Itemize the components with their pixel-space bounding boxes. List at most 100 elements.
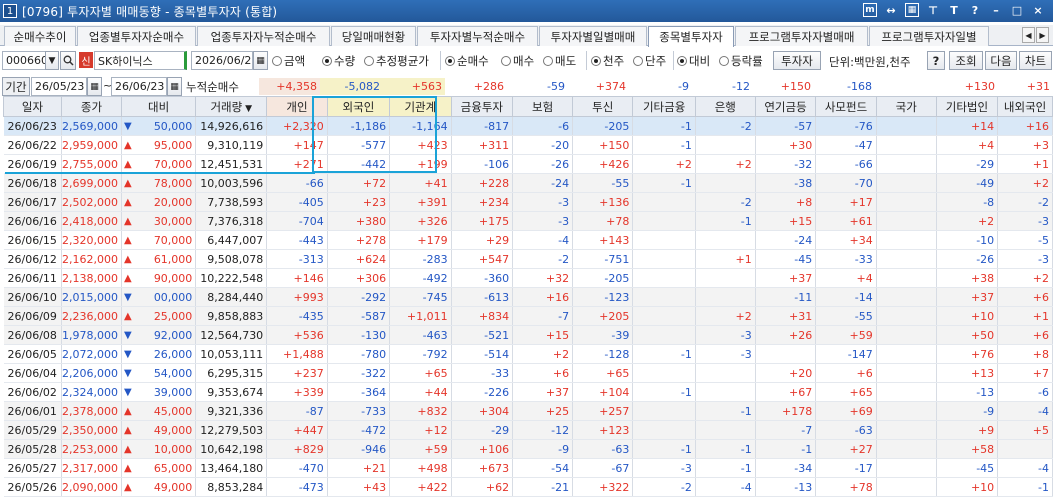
investor-value-cell: -514 <box>451 344 514 364</box>
settings-icon[interactable]: ▦ <box>905 3 919 17</box>
date-input[interactable]: 2026/06/23 <box>191 51 253 70</box>
column-header[interactable]: 은행 <box>694 96 756 117</box>
table-row[interactable]: 26/05/26 2,090,000 ▲ 49,000 8,853,284 -473 +43… <box>3 477 1053 497</box>
column-header[interactable]: 외국인 <box>326 96 391 117</box>
table-row[interactable]: 26/06/08 1,978,000 ▼ 92,000 12,564,730 +536 -1… <box>3 325 1053 345</box>
close-icon[interactable]: × <box>1031 3 1045 17</box>
period-from-input[interactable]: 26/05/23 <box>31 77 87 96</box>
volume-cell: 7,376,318 <box>195 211 268 231</box>
volume-cell: 9,858,883 <box>195 306 268 326</box>
calendar-icon[interactable]: ▦ <box>87 77 102 96</box>
investor-value-cell: -473 <box>266 477 328 497</box>
column-header[interactable]: 투신 <box>572 96 634 117</box>
table-row[interactable]: 26/06/18 2,699,000 ▲ 78,000 10,003,596 -66 +72… <box>3 173 1053 193</box>
radio-vs[interactable]: 대비 <box>677 51 710 70</box>
tab-stock-investor[interactable]: 종목별투자자 <box>648 26 734 47</box>
column-header[interactable]: 금융투자 <box>450 96 514 117</box>
table-row[interactable]: 26/06/04 2,206,000 ▼ 54,000 6,295,315 +237 -32… <box>3 363 1053 383</box>
column-header[interactable]: 내외국인 <box>997 96 1053 117</box>
pin-icon[interactable]: ⊤ <box>926 3 940 17</box>
search-icon[interactable] <box>60 51 76 70</box>
tab-scroll-left-icon[interactable]: ◀ <box>1022 27 1035 43</box>
calendar-icon[interactable]: ▦ <box>167 77 182 96</box>
query-button[interactable]: 조회 <box>949 51 983 70</box>
radio-dot-icon <box>719 55 729 66</box>
investor-value-cell: -1,164 <box>389 116 452 136</box>
radio-dot-icon <box>543 55 553 66</box>
tab-program-investor[interactable]: 프로그램투자자별매매 <box>735 26 868 46</box>
calendar-icon[interactable]: ▦ <box>253 51 268 70</box>
table-row[interactable]: 26/06/23 2,569,000 ▼ 50,000 14,926,616 +2,320… <box>3 116 1053 136</box>
column-header[interactable]: 거래량 ▼ <box>195 96 268 117</box>
table-row[interactable]: 26/06/05 2,072,000 ▼ 26,000 10,053,111 +1,488… <box>3 344 1053 364</box>
table-row[interactable]: 26/06/01 2,378,000 ▲ 45,000 9,321,336 -87 -733… <box>3 401 1053 421</box>
column-header[interactable]: 일자 <box>3 96 62 117</box>
radio-sell[interactable]: 매도 <box>543 51 576 70</box>
text-icon[interactable]: T <box>947 3 961 17</box>
tab-investor-daily[interactable]: 투자자별일별매매 <box>539 26 647 46</box>
table-row[interactable]: 26/05/27 2,317,000 ▲ 65,000 13,464,180 -470 +2… <box>3 458 1053 478</box>
table-row[interactable]: 26/06/09 2,236,000 ▲ 25,000 9,858,883 -435 -58… <box>3 306 1053 326</box>
volume-cell: 10,053,111 <box>195 344 268 364</box>
maximize-icon[interactable]: □ <box>1010 3 1024 17</box>
help-icon[interactable]: ? <box>968 3 982 17</box>
investor-value-cell: -9 <box>512 439 574 459</box>
table-row[interactable]: 26/06/15 2,320,000 ▲ 70,000 6,447,007 -443 +27… <box>3 230 1053 250</box>
table-row[interactable]: 26/06/16 2,418,000 ▲ 30,000 7,376,318 -704 +38… <box>3 211 1053 231</box>
radio-net-buy[interactable]: 순매수 <box>445 51 489 70</box>
radio-est-avg[interactable]: 추정평균가 <box>364 51 429 70</box>
column-header[interactable]: 개인 <box>266 96 328 117</box>
column-header[interactable]: 보험 <box>512 96 574 117</box>
investor-value-cell: +29 <box>451 230 514 250</box>
link-icon[interactable]: ↔ <box>884 3 898 17</box>
table-row[interactable]: 26/06/17 2,502,000 ▲ 20,000 7,738,593 -405 +23… <box>3 192 1053 212</box>
table-row[interactable]: 26/05/28 2,253,000 ▲ 10,000 10,642,198 +829 -9… <box>3 439 1053 459</box>
table-row[interactable]: 26/05/29 2,350,000 ▲ 49,000 12,279,503 +447 -4… <box>3 420 1053 440</box>
table-row[interactable]: 26/06/10 2,015,000 ▼ 00,000 8,284,440 +993 -29… <box>3 287 1053 307</box>
date-cell: 26/06/11 <box>3 268 62 288</box>
column-header[interactable]: 국가 <box>875 96 937 117</box>
next-button[interactable]: 다음 <box>985 51 1017 70</box>
radio-quantity[interactable]: 수량 <box>322 51 355 70</box>
tab-bar: 순매수추이 업종별투자자순매수 업종투자자누적순매수 당일매매현황 투자자별누적… <box>0 25 1053 47</box>
stock-code-input[interactable]: 000660 <box>2 51 46 70</box>
radio-single-shares[interactable]: 단주 <box>633 51 666 70</box>
table-row[interactable]: 26/06/11 2,138,000 ▲ 90,000 10,222,548 +146 +3… <box>3 268 1053 288</box>
tab-today-trading[interactable]: 당일매매현황 <box>331 26 416 46</box>
table-row[interactable]: 26/06/12 2,162,000 ▲ 61,000 9,508,078 -313 +62… <box>3 249 1053 269</box>
tab-scroll-right-icon[interactable]: ▶ <box>1036 27 1049 43</box>
column-header[interactable]: 기타법인 <box>935 96 999 117</box>
tab-net-buy-trend[interactable]: 순매수추이 <box>4 26 76 46</box>
tab-sector-cum-net[interactable]: 업종투자자누적순매수 <box>197 26 330 46</box>
period-to-input[interactable]: 26/06/23 <box>111 77 167 96</box>
investor-button[interactable]: 투자자 <box>773 51 821 70</box>
tab-investor-cum-net[interactable]: 투자자별누적순매수 <box>417 26 538 46</box>
change-cell: ▲ 61,000 <box>121 249 197 269</box>
table-row[interactable]: 26/06/19 2,755,000 ▲ 70,000 12,451,531 +271 -4… <box>3 154 1053 174</box>
chart-button[interactable]: 차트 <box>1019 51 1052 70</box>
column-header[interactable]: 사모펀드 <box>815 96 877 117</box>
sort-dropdown-icon[interactable]: ▼ <box>242 104 252 114</box>
memo-icon[interactable]: m <box>863 3 877 17</box>
column-header[interactable]: 기관계 <box>389 96 452 117</box>
minimize-icon[interactable]: – <box>989 3 1003 17</box>
radio-1000-shares[interactable]: 천주 <box>591 51 624 70</box>
column-header[interactable]: 연기금등 <box>754 96 817 117</box>
radio-rate[interactable]: 등락률 <box>719 51 763 70</box>
tab-program-daily[interactable]: 프로그램투자자일별 <box>869 26 989 46</box>
radio-buy[interactable]: 매수 <box>501 51 534 70</box>
column-header[interactable]: 종가 <box>60 96 122 117</box>
up-triangle-icon: ▲ <box>123 424 132 436</box>
column-header[interactable]: 기타금융 <box>632 96 696 117</box>
column-header[interactable]: 대비 <box>120 96 197 117</box>
table-row[interactable]: 26/06/22 2,959,000 ▲ 95,000 9,310,119 +147 -57… <box>3 135 1053 155</box>
table-row[interactable]: 26/06/02 2,324,000 ▼ 39,000 9,353,674 +339 -36… <box>3 382 1053 402</box>
help-button[interactable]: ? <box>927 51 945 70</box>
date-cell: 26/06/04 <box>3 363 62 383</box>
investor-value-cell <box>876 173 937 193</box>
tab-sector-investor-net[interactable]: 업종별투자자순매수 <box>77 26 196 46</box>
investor-value-cell: -38 <box>755 173 817 193</box>
code-dropdown-icon[interactable]: ▼ <box>45 51 59 70</box>
window-title: [0796] 투자자별 매매동향 - 종목별투자자 (통합) <box>22 4 278 19</box>
radio-amount[interactable]: 금액 <box>272 51 305 70</box>
